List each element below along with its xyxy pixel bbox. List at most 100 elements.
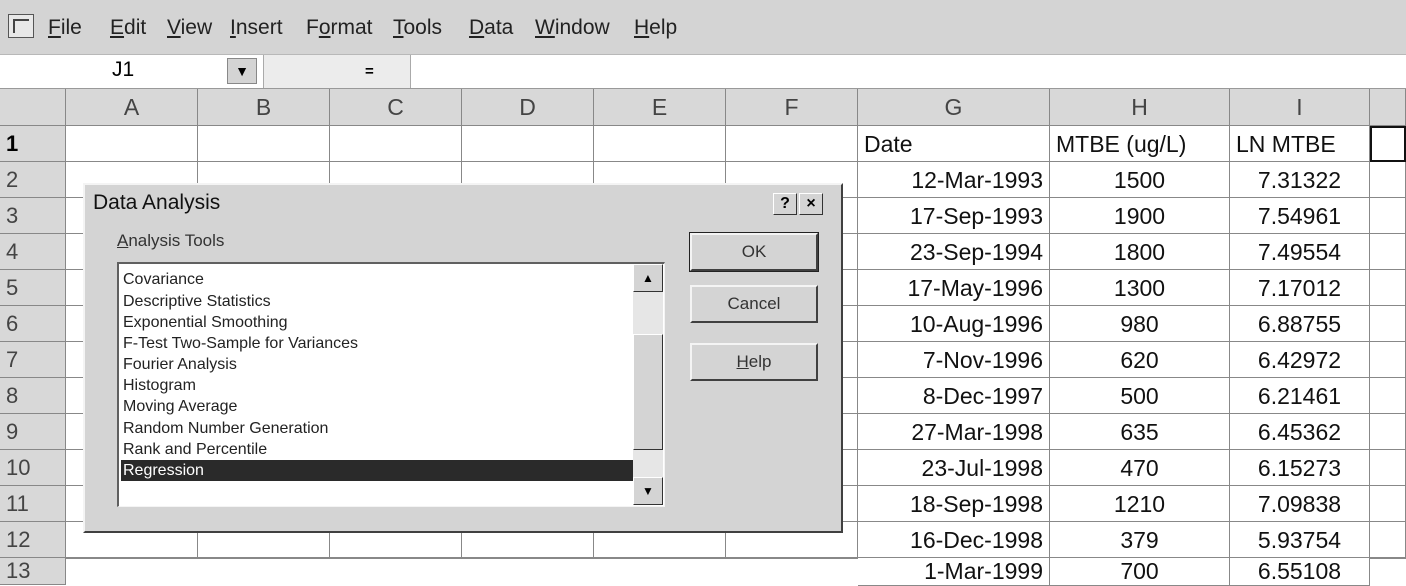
menu-help[interactable]: Help [634, 16, 677, 40]
ln-mtbe-cell[interactable]: 5.93754 [1230, 522, 1370, 558]
analysis-tool-item[interactable]: Covariance [121, 269, 633, 290]
date-cell[interactable]: 17-Sep-1993 [858, 198, 1050, 234]
mtbe-cell[interactable]: 1300 [1050, 270, 1230, 306]
mtbe-cell[interactable]: 635 [1050, 414, 1230, 450]
date-cell[interactable]: 18-Sep-1998 [858, 486, 1050, 522]
column-header-f[interactable]: F [726, 89, 858, 126]
ln-mtbe-cell[interactable]: 7.09838 [1230, 486, 1370, 522]
menu-edit[interactable]: Edit [110, 16, 146, 40]
date-cell[interactable]: 12-Mar-1993 [858, 162, 1050, 198]
scroll-down-arrow-icon[interactable]: ▼ [633, 477, 663, 505]
analysis-tool-item[interactable]: Fourier Analysis [121, 354, 633, 375]
column-header-i[interactable]: I [1230, 89, 1370, 126]
grid-cell[interactable] [1370, 234, 1406, 270]
row-header[interactable]: 8 [0, 378, 66, 414]
close-button[interactable]: × [799, 193, 823, 215]
row-header[interactable]: 10 [0, 450, 66, 486]
ln-mtbe-cell[interactable]: 7.31322 [1230, 162, 1370, 198]
grid-cell[interactable] [1370, 558, 1406, 559]
list-scrollbar[interactable]: ▲ ▼ [633, 264, 663, 505]
date-cell[interactable]: 17-May-1996 [858, 270, 1050, 306]
date-header-cell[interactable]: Date [858, 126, 1050, 162]
grid-cell[interactable] [726, 558, 858, 559]
active-cell-j1[interactable] [1370, 126, 1406, 162]
row-header[interactable]: 13 [0, 558, 66, 585]
mtbe-cell[interactable]: 980 [1050, 306, 1230, 342]
workbook-icon[interactable] [8, 14, 34, 38]
ln-mtbe-cell[interactable]: 6.42972 [1230, 342, 1370, 378]
grid-cell[interactable] [1370, 486, 1406, 522]
help-button[interactable]: Help [690, 343, 818, 381]
column-header-h[interactable]: H [1050, 89, 1230, 126]
analysis-tool-item[interactable]: Rank and Percentile [121, 439, 633, 460]
grid-cell[interactable] [1370, 342, 1406, 378]
date-cell[interactable]: 7-Nov-1996 [858, 342, 1050, 378]
menu-file[interactable]: File [48, 16, 82, 40]
date-cell[interactable]: 23-Sep-1994 [858, 234, 1050, 270]
analysis-tool-item[interactable]: Exponential Smoothing [121, 312, 633, 333]
analysis-tools-list[interactable]: Covariance Descriptive Statistics Exponent… [117, 262, 665, 507]
mtbe-cell[interactable]: 620 [1050, 342, 1230, 378]
menu-window[interactable]: Window [535, 16, 610, 40]
help-question-button[interactable]: ? [773, 193, 797, 215]
grid-cell[interactable] [198, 558, 330, 559]
ln-mtbe-cell[interactable]: 7.54961 [1230, 198, 1370, 234]
grid-cell[interactable] [330, 126, 462, 162]
column-header-c[interactable]: C [330, 89, 462, 126]
column-header-d[interactable]: D [462, 89, 594, 126]
date-cell[interactable]: 1-Mar-1999 [858, 558, 1050, 586]
ln-mtbe-cell[interactable]: 6.21461 [1230, 378, 1370, 414]
mtbe-cell[interactable]: 700 [1050, 558, 1230, 586]
formula-equals[interactable]: = [365, 63, 374, 80]
column-header-a[interactable]: A [66, 89, 198, 126]
grid-cell[interactable] [198, 126, 330, 162]
mtbe-cell[interactable]: 1500 [1050, 162, 1230, 198]
formula-input[interactable] [410, 55, 1406, 88]
grid-cell[interactable] [330, 558, 462, 559]
menu-data[interactable]: Data [469, 16, 513, 40]
mtbe-header-cell[interactable]: MTBE (ug/L) [1050, 126, 1230, 162]
mtbe-cell[interactable]: 470 [1050, 450, 1230, 486]
cancel-button[interactable]: Cancel [690, 285, 818, 323]
grid-cell[interactable] [462, 126, 594, 162]
menu-tools[interactable]: Tools [393, 16, 442, 40]
grid-cell[interactable] [594, 126, 726, 162]
mtbe-cell[interactable]: 1900 [1050, 198, 1230, 234]
name-box[interactable]: J1 ▼ [0, 55, 264, 88]
column-header-e[interactable]: E [594, 89, 726, 126]
select-all-corner[interactable] [0, 89, 66, 126]
ln-mtbe-header-cell[interactable]: LN MTBE [1230, 126, 1370, 162]
date-cell[interactable]: 16-Dec-1998 [858, 522, 1050, 558]
row-header[interactable]: 4 [0, 234, 66, 270]
column-header-j[interactable] [1370, 89, 1406, 126]
ln-mtbe-cell[interactable]: 6.15273 [1230, 450, 1370, 486]
grid-cell[interactable] [1370, 270, 1406, 306]
grid-cell[interactable] [594, 558, 726, 559]
row-header[interactable]: 3 [0, 198, 66, 234]
analysis-tool-item[interactable]: Regression [121, 460, 633, 481]
grid-cell[interactable] [1370, 522, 1406, 558]
grid-cell[interactable] [726, 126, 858, 162]
grid-cell[interactable] [66, 558, 198, 559]
menu-view[interactable]: View [167, 16, 212, 40]
ln-mtbe-cell[interactable]: 6.45362 [1230, 414, 1370, 450]
grid-cell[interactable] [1370, 306, 1406, 342]
row-header[interactable]: 5 [0, 270, 66, 306]
row-header[interactable]: 2 [0, 162, 66, 198]
menu-insert[interactable]: Insert [230, 16, 283, 40]
row-header[interactable]: 7 [0, 342, 66, 378]
grid-cell[interactable] [1370, 198, 1406, 234]
date-cell[interactable]: 10-Aug-1996 [858, 306, 1050, 342]
analysis-tool-item[interactable]: Descriptive Statistics [121, 291, 633, 312]
analysis-tool-item[interactable]: Random Number Generation [121, 418, 633, 439]
date-cell[interactable]: 27-Mar-1998 [858, 414, 1050, 450]
row-header[interactable]: 9 [0, 414, 66, 450]
row-header[interactable]: 1 [0, 126, 66, 162]
date-cell[interactable]: 23-Jul-1998 [858, 450, 1050, 486]
analysis-tool-item[interactable]: Moving Average [121, 396, 633, 417]
ok-button[interactable]: OK [689, 232, 819, 272]
grid-cell[interactable] [66, 126, 198, 162]
row-header[interactable]: 6 [0, 306, 66, 342]
mtbe-cell[interactable]: 1800 [1050, 234, 1230, 270]
grid-cell[interactable] [1370, 162, 1406, 198]
